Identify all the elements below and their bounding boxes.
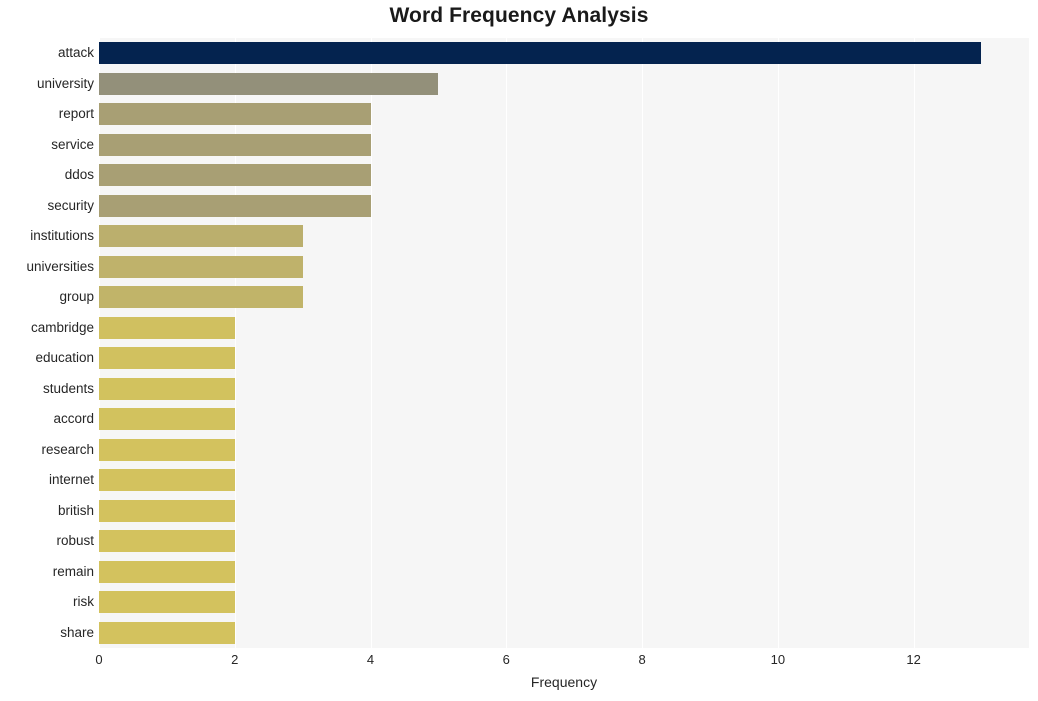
y-tick-label-risk: risk bbox=[73, 594, 94, 610]
bar-cambridge[interactable] bbox=[99, 316, 235, 339]
y-tick-label-robust: robust bbox=[56, 533, 94, 549]
y-tick-label-group: group bbox=[59, 289, 94, 305]
y-tick-label-ddos: ddos bbox=[64, 167, 94, 183]
bar-internet[interactable] bbox=[99, 469, 235, 492]
bar-university[interactable] bbox=[99, 72, 439, 95]
bar-share[interactable] bbox=[99, 621, 235, 644]
x-axis-title: Frequency bbox=[530, 674, 598, 690]
word-frequency-chart-figure: Word Frequency Analysis attack university… bbox=[0, 0, 1038, 701]
chart-title: Word Frequency Analysis bbox=[389, 4, 649, 27]
bar-british[interactable] bbox=[99, 499, 235, 522]
bar-report[interactable] bbox=[99, 103, 371, 126]
y-tick-label-education: education bbox=[35, 350, 94, 366]
bar-attack[interactable] bbox=[99, 42, 982, 65]
y-tick-label-institutions: institutions bbox=[30, 228, 94, 244]
bar-research[interactable] bbox=[99, 438, 235, 461]
y-tick-label-universities: universities bbox=[26, 258, 94, 274]
y-tick-label-service: service bbox=[51, 136, 94, 152]
bar-ddos[interactable] bbox=[99, 164, 371, 187]
bar-service[interactable] bbox=[99, 133, 371, 156]
y-tick-label-attack: attack bbox=[57, 45, 94, 61]
bar-education[interactable] bbox=[99, 347, 235, 370]
y-tick-label-students: students bbox=[42, 380, 94, 396]
x-tick-label-8: 8 bbox=[638, 652, 646, 667]
y-tick-label-university: university bbox=[36, 75, 94, 91]
y-tick-label-accord: accord bbox=[53, 411, 94, 427]
y-tick-label-british: british bbox=[57, 502, 94, 518]
x-tick-label-10: 10 bbox=[770, 652, 786, 667]
x-tick-label-2: 2 bbox=[231, 652, 239, 667]
bar-risk[interactable] bbox=[99, 591, 235, 614]
bar-students[interactable] bbox=[99, 377, 235, 400]
y-tick-label-internet: internet bbox=[48, 472, 94, 488]
y-tick-label-report: report bbox=[58, 106, 94, 122]
bar-security[interactable] bbox=[99, 194, 371, 217]
bars-layer bbox=[99, 38, 1029, 648]
bar-universities[interactable] bbox=[99, 255, 303, 278]
y-tick-label-share: share bbox=[60, 624, 94, 640]
bar-accord[interactable] bbox=[99, 408, 235, 431]
bar-group[interactable] bbox=[99, 286, 303, 309]
y-tick-label-research: research bbox=[41, 441, 94, 457]
x-tick-label-6: 6 bbox=[502, 652, 510, 667]
bar-remain[interactable] bbox=[99, 560, 235, 583]
y-axis-tick-labels: attack university report service ddos securit… bbox=[0, 38, 94, 648]
x-tick-label-12: 12 bbox=[906, 652, 921, 667]
bar-robust[interactable] bbox=[99, 530, 235, 553]
y-tick-label-cambridge: cambridge bbox=[30, 319, 94, 335]
bar-institutions[interactable] bbox=[99, 225, 303, 248]
plot-area bbox=[99, 38, 1029, 648]
x-tick-label-4: 4 bbox=[366, 652, 375, 667]
x-tick-label-0: 0 bbox=[95, 652, 103, 667]
y-tick-label-remain: remain bbox=[52, 563, 94, 579]
y-tick-label-security: security bbox=[47, 197, 94, 213]
x-axis-tick-labels: 0 2 4 6 8 10 12 bbox=[0, 652, 1038, 672]
